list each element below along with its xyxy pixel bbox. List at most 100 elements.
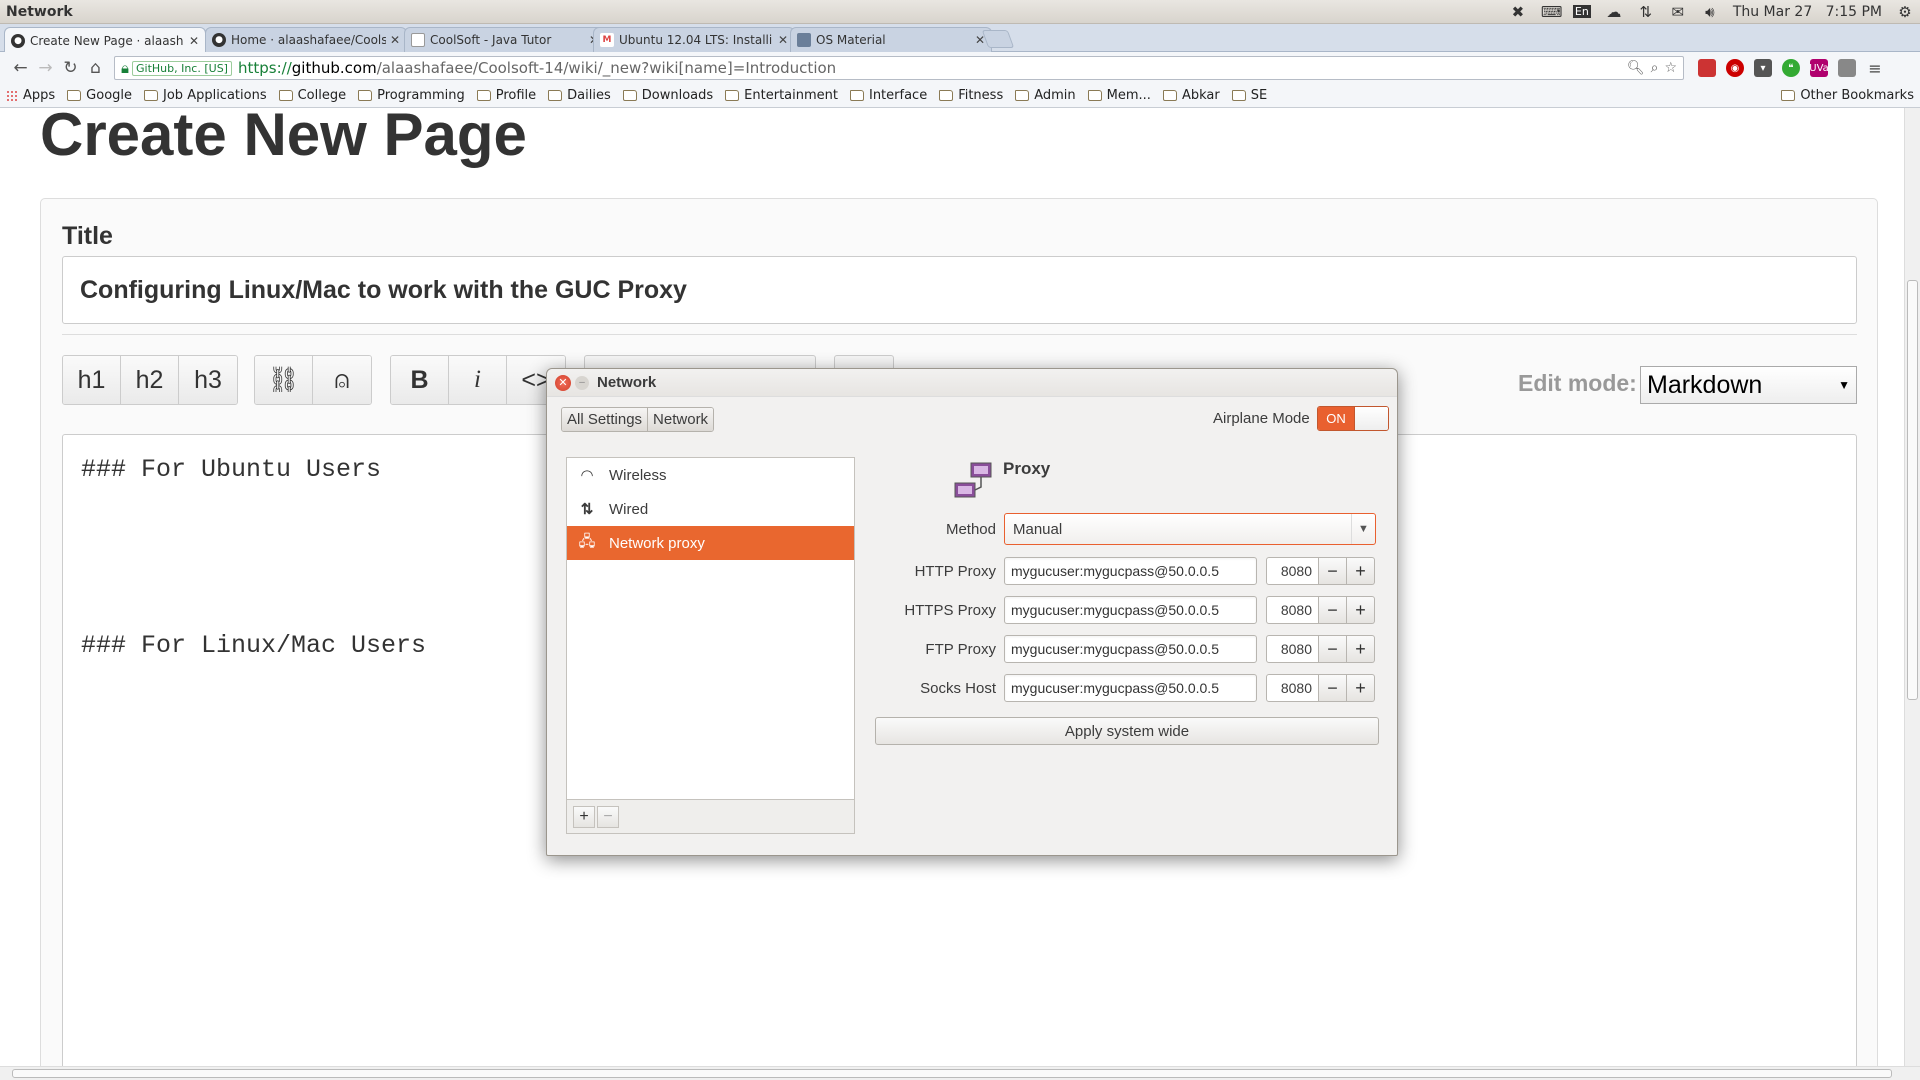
bookmark-apps[interactable]: Apps [6, 88, 55, 103]
bookmark-folder[interactable]: SE [1231, 88, 1267, 103]
socks-port-input[interactable]: 8080 [1266, 674, 1319, 702]
http-port-input[interactable]: 8080 [1266, 557, 1319, 585]
bookmark-folder[interactable]: Job Applications [144, 88, 267, 103]
increment-button[interactable]: + [1347, 557, 1375, 585]
device-item-wired[interactable]: ⇅ Wired [567, 492, 854, 526]
close-icon[interactable]: ✕ [555, 374, 571, 391]
pocket-icon[interactable]: ▾ [1754, 59, 1772, 77]
https-proxy-row: HTTPS Proxy mygucuser:mygucpass@50.0.0.5… [877, 596, 1387, 624]
apply-system-wide-button[interactable]: Apply system wide [875, 717, 1379, 745]
minimize-icon[interactable]: – [575, 375, 589, 390]
hangouts-icon[interactable]: ❝ [1782, 59, 1800, 77]
bookmark-folder[interactable]: Mem... [1087, 88, 1151, 103]
address-bar[interactable]: 🔒︎ GitHub, Inc. [US] https:// github.com… [114, 56, 1684, 80]
bookmark-folder[interactable]: Dailies [548, 88, 611, 103]
tab-ubuntu-install[interactable]: M Ubuntu 12.04 LTS: Installi ✕ [593, 27, 795, 52]
airplane-mode-toggle[interactable]: ON [1317, 406, 1389, 431]
keyboard-layout-indicator[interactable]: En [1572, 5, 1591, 18]
gear-icon[interactable]: ⚙ [1896, 3, 1914, 21]
method-select[interactable]: Manual ▼ [1004, 513, 1376, 545]
dialog-titlebar[interactable]: ✕ – Network [547, 369, 1397, 397]
add-device-button[interactable]: + [573, 805, 595, 828]
menu-icon[interactable]: ≡ [1866, 59, 1884, 78]
bookmark-folder[interactable]: Entertainment [725, 88, 838, 103]
bookmark-other[interactable]: Other Bookmarks [1781, 88, 1914, 103]
stop-icon[interactable]: ◉ [1726, 59, 1744, 77]
https-port-input[interactable]: 8080 [1266, 596, 1319, 624]
link-button-group: ⛓ ⍝ [254, 355, 372, 405]
bookmark-folder[interactable]: Interface [849, 88, 927, 103]
search-icon[interactable]: ⌕ [1651, 60, 1659, 76]
italic-button[interactable]: i [449, 356, 507, 404]
cloud-icon[interactable]: ☁ [1605, 3, 1623, 21]
star-icon[interactable]: ☆ [1664, 60, 1677, 76]
device-item-wireless[interactable]: ◠ Wireless [567, 458, 854, 492]
bookmark-folder[interactable]: Fitness [939, 88, 1003, 103]
bookmark-folder[interactable]: Admin [1015, 88, 1076, 103]
network-icon[interactable]: ⇅ [1637, 3, 1655, 21]
forward-icon[interactable]: → [33, 58, 58, 78]
volume-icon[interactable]: 🔊︎ [1701, 3, 1719, 21]
close-icon[interactable]: ✕ [189, 34, 199, 48]
bookmark-folder[interactable]: Profile [476, 88, 536, 103]
increment-button[interactable]: + [1347, 674, 1375, 702]
bookmark-folder[interactable]: Downloads [622, 88, 713, 103]
scrollbar-thumb[interactable] [12, 1069, 1892, 1078]
tab-coolsoft[interactable]: CoolSoft - Java Tutor ✕ [404, 27, 606, 52]
bookmark-folder[interactable]: Abkar [1162, 88, 1220, 103]
h1-button[interactable]: h1 [63, 356, 121, 404]
folder-icon [1087, 90, 1102, 101]
increment-button[interactable]: + [1347, 596, 1375, 624]
dropbox-icon[interactable]: ✖ [1509, 3, 1527, 21]
uva-extension-icon[interactable]: UVa [1809, 59, 1829, 77]
bookmark-folder[interactable]: College [278, 88, 346, 103]
ev-certificate-badge[interactable]: GitHub, Inc. [US] [131, 60, 232, 76]
https-proxy-input[interactable]: mygucuser:mygucpass@50.0.0.5 [1004, 596, 1257, 624]
bookmark-extension-icon[interactable] [1698, 59, 1716, 77]
github-icon: ● [212, 33, 226, 47]
close-icon[interactable]: ✕ [778, 33, 788, 47]
home-icon[interactable]: ⌂ [83, 58, 108, 78]
increment-button[interactable]: + [1347, 635, 1375, 663]
bold-button[interactable]: B [391, 356, 449, 404]
h2-button[interactable]: h2 [121, 356, 179, 404]
edit-mode-select[interactable]: Markdown ▼ [1640, 366, 1857, 404]
remove-device-button[interactable]: − [597, 805, 619, 828]
all-settings-button[interactable]: All Settings [562, 408, 649, 431]
bookmark-folder[interactable]: Programming [358, 88, 465, 103]
ftp-proxy-input[interactable]: mygucuser:mygucpass@50.0.0.5 [1004, 635, 1257, 663]
tab-create-new-page[interactable]: ● Create New Page · alaash ✕ [4, 27, 206, 53]
title-input[interactable]: Configuring Linux/Mac to work with the G… [62, 256, 1857, 324]
window-extension-icon[interactable] [1838, 59, 1856, 77]
tab-os-material[interactable]: OS Material ✕ [790, 27, 992, 52]
method-label: Method [945, 520, 996, 538]
close-icon[interactable]: ✕ [390, 33, 400, 47]
bookmark-folder[interactable]: Google [67, 88, 132, 103]
decrement-button[interactable]: − [1319, 557, 1347, 585]
device-item-network-proxy[interactable]: 🖧︎ Network proxy [567, 526, 854, 560]
mail-icon[interactable]: ✉ [1669, 3, 1687, 21]
image-icon[interactable]: ⍝ [313, 356, 371, 404]
decrement-button[interactable]: − [1319, 674, 1347, 702]
reload-icon[interactable]: ↻ [58, 58, 83, 78]
keyboard-icon[interactable]: ⌨ [1541, 3, 1563, 21]
zoom-icon[interactable]: 🔍︎ [1627, 60, 1645, 76]
socks-host-label: Socks Host [920, 679, 996, 697]
horizontal-scrollbar[interactable] [0, 1066, 1920, 1080]
network-breadcrumb-button[interactable]: Network [648, 408, 714, 431]
tab-home[interactable]: ● Home · alaashafaee/Cools ✕ [205, 27, 407, 52]
network-settings-dialog: ✕ – Network All Settings Network Airplan… [546, 368, 1398, 856]
decrement-button[interactable]: − [1319, 635, 1347, 663]
ftp-port-input[interactable]: 8080 [1266, 635, 1319, 663]
scrollbar-thumb[interactable] [1907, 280, 1918, 700]
vertical-scrollbar[interactable] [1904, 108, 1920, 1066]
http-proxy-input[interactable]: mygucuser:mygucpass@50.0.0.5 [1004, 557, 1257, 585]
socks-host-input[interactable]: mygucuser:mygucpass@50.0.0.5 [1004, 674, 1257, 702]
h3-button[interactable]: h3 [179, 356, 237, 404]
new-tab-button[interactable] [981, 30, 1015, 48]
clock[interactable]: Thu Mar 27 7:15 PM [1733, 4, 1882, 20]
link-icon[interactable]: ⛓ [255, 356, 313, 404]
decrement-button[interactable]: − [1319, 596, 1347, 624]
back-icon[interactable]: ← [8, 58, 33, 78]
wifi-icon: ◠ [580, 467, 594, 484]
